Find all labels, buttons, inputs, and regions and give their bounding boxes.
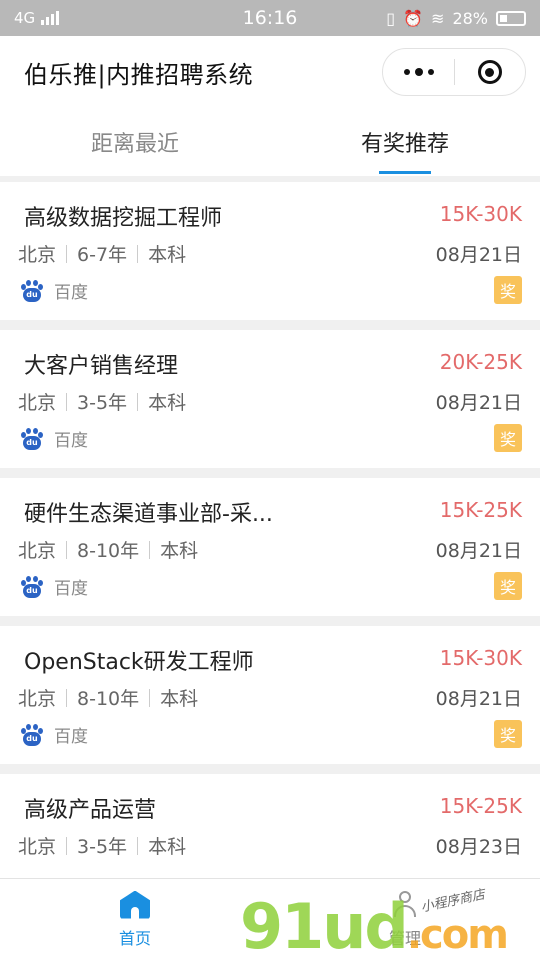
network-indicator: 4G: [14, 9, 60, 27]
job-date: 08月21日: [435, 540, 522, 562]
job-card[interactable]: 硬件生态渠道事业部-采... 15K-25K 北京 8-10年 本科 08月21…: [0, 478, 540, 616]
company-name: 百度: [54, 431, 88, 451]
page-title: 伯乐推|内推招聘系统: [24, 60, 254, 89]
status-right: ▯ ⏰ ≋ 28%: [386, 9, 526, 28]
target-icon: [477, 60, 502, 84]
baidu-logo-icon: du: [20, 575, 44, 599]
tab-nearest[interactable]: 距离最近: [0, 108, 270, 176]
job-city: 北京: [18, 688, 57, 710]
job-salary: 15K-30K: [439, 646, 522, 670]
nav-manage[interactable]: 管理: [270, 879, 540, 960]
job-list: 高级数据挖掘工程师 15K-30K 北京 6-7年 本科 08月21日 du 百…: [0, 182, 540, 922]
job-title: 高级产品运营: [24, 798, 157, 823]
nav-home-label: 首页: [118, 928, 151, 948]
miniprogram-capsule: [382, 48, 526, 96]
job-meta: 北京 3-5年 本科: [18, 388, 186, 415]
job-experience: 8-10年: [77, 540, 140, 562]
nav-manage-label: 管理: [388, 928, 421, 948]
job-education: 本科: [160, 688, 199, 710]
job-date: 08月21日: [435, 392, 522, 414]
signal-icon: [41, 11, 60, 25]
job-salary: 15K-30K: [439, 202, 522, 226]
more-menu-button[interactable]: [383, 68, 454, 76]
job-experience: 6-7年: [77, 244, 128, 266]
status-time: 16:16: [242, 7, 298, 29]
reward-badge: 奖: [494, 720, 522, 748]
job-city: 北京: [18, 836, 57, 858]
user-icon: [391, 890, 419, 919]
battery-icon: [496, 10, 526, 26]
reward-badge: 奖: [494, 424, 522, 452]
job-title: 大客户销售经理: [24, 354, 179, 379]
battery-percent: 28%: [452, 8, 488, 28]
tab-reward-recommend[interactable]: 有奖推荐: [270, 108, 540, 176]
baidu-logo-icon: du: [20, 427, 44, 451]
home-icon: [120, 890, 150, 919]
company-name: 百度: [54, 727, 88, 747]
company-name: 百度: [54, 283, 88, 303]
job-city: 北京: [18, 392, 57, 414]
job-salary: 15K-25K: [439, 498, 522, 522]
tab-bar: 距离最近 有奖推荐: [0, 108, 540, 176]
job-date: 08月23日: [435, 836, 522, 858]
reward-badge: 奖: [494, 572, 522, 600]
app-header: 伯乐推|内推招聘系统: [0, 36, 540, 108]
company-name: 百度: [54, 579, 88, 599]
job-experience: 3-5年: [77, 836, 128, 858]
alarm-icon: ⏰: [403, 8, 424, 28]
job-meta: 北京 6-7年 本科: [18, 240, 186, 267]
job-meta: 北京 8-10年 本科: [18, 536, 198, 563]
baidu-logo-icon: du: [20, 723, 44, 747]
job-meta: 北京 8-10年 本科: [18, 684, 198, 711]
dot-icon: [414, 68, 423, 76]
job-salary: 20K-25K: [439, 350, 522, 374]
wifi-icon: ≋: [431, 8, 445, 28]
dot-icon: [427, 69, 434, 75]
job-company: du 百度: [20, 278, 88, 303]
job-date: 08月21日: [435, 688, 522, 710]
vibrate-icon: ▯: [386, 8, 396, 28]
job-education: 本科: [160, 540, 199, 562]
job-card[interactable]: OpenStack研发工程师 15K-30K 北京 8-10年 本科 08月21…: [0, 626, 540, 764]
reward-badge: 奖: [494, 276, 522, 304]
job-salary: 15K-25K: [439, 794, 522, 818]
job-meta: 北京 3-5年 本科: [18, 832, 186, 859]
baidu-logo-icon: du: [20, 279, 44, 303]
job-education: 本科: [148, 836, 187, 858]
close-miniprogram-button[interactable]: [455, 60, 525, 84]
nav-home[interactable]: 首页: [0, 879, 270, 960]
job-company: du 百度: [20, 722, 88, 747]
job-company: du 百度: [20, 426, 88, 451]
network-label: 4G: [14, 9, 36, 27]
job-city: 北京: [18, 540, 57, 562]
job-title: OpenStack研发工程师: [24, 650, 254, 675]
job-company: du 百度: [20, 574, 88, 599]
job-card[interactable]: 高级数据挖掘工程师 15K-30K 北京 6-7年 本科 08月21日 du 百…: [0, 182, 540, 320]
job-title: 硬件生态渠道事业部-采...: [24, 502, 273, 527]
job-date: 08月21日: [435, 244, 522, 266]
job-education: 本科: [148, 392, 187, 414]
dot-icon: [403, 69, 410, 75]
job-city: 北京: [18, 244, 57, 266]
job-card[interactable]: 大客户销售经理 20K-25K 北京 3-5年 本科 08月21日 du 百度 …: [0, 330, 540, 468]
job-title: 高级数据挖掘工程师: [24, 206, 223, 231]
job-education: 本科: [148, 244, 187, 266]
status-bar: 4G 16:16 ▯ ⏰ ≋ 28%: [0, 0, 540, 36]
job-experience: 8-10年: [77, 688, 140, 710]
job-experience: 3-5年: [77, 392, 128, 414]
